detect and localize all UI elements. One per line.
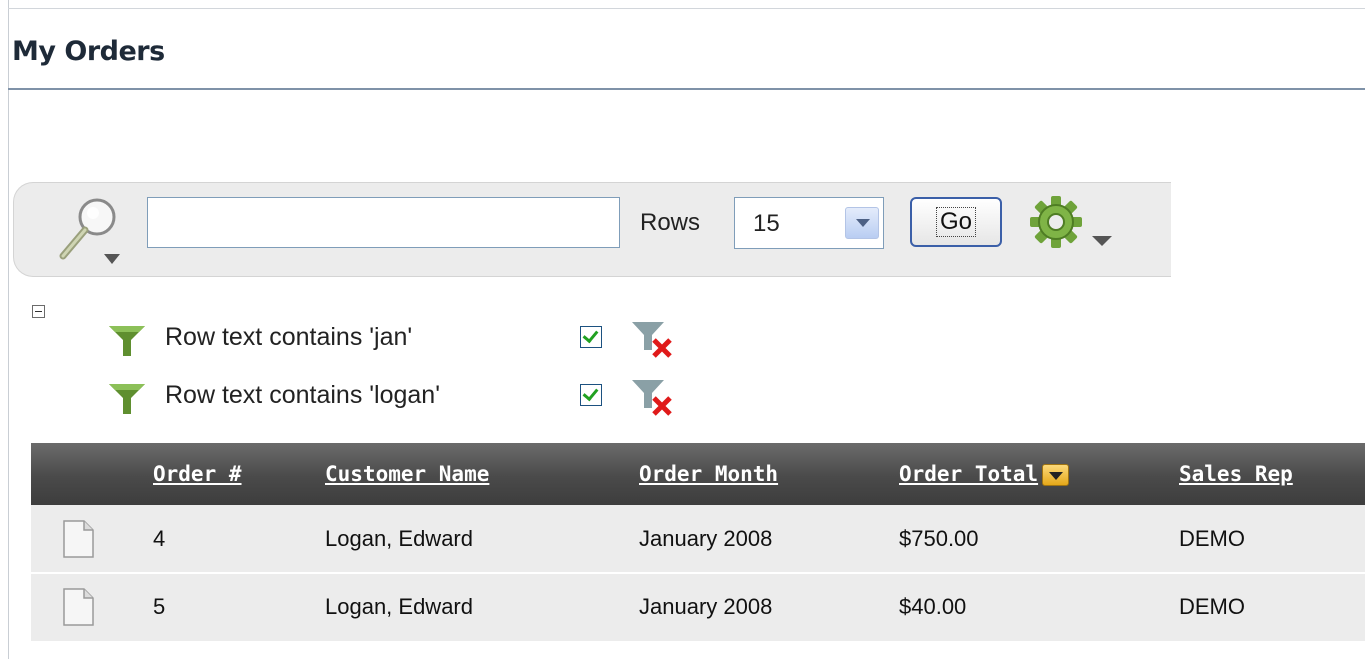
rows-label: Rows — [640, 209, 701, 236]
column-header-sales-rep[interactable]: Sales Rep — [1179, 462, 1293, 486]
go-button[interactable]: Go — [910, 197, 1002, 247]
filter-row: Row text contains 'jan' — [0, 320, 700, 360]
chevron-down-icon[interactable] — [845, 207, 879, 239]
document-icon[interactable] — [62, 519, 94, 558]
title-divider — [8, 88, 1365, 90]
rows-select-value: 15 — [753, 210, 780, 237]
column-header-customer-name[interactable]: Customer Name — [325, 462, 489, 486]
gear-actions-icon[interactable] — [1024, 192, 1122, 258]
column-header-order-total[interactable]: Order Total — [899, 462, 1038, 486]
cell-order-total: $40.00 — [899, 594, 967, 620]
filter-label[interactable]: Row text contains 'jan' — [165, 323, 412, 352]
filter-label[interactable]: Row text contains 'logan' — [165, 381, 440, 410]
search-column-selector-icon[interactable] — [54, 194, 132, 270]
sort-dropdown-icon[interactable] — [1042, 464, 1070, 486]
table-header-row: Order # Customer Name Order Month Order … — [31, 443, 1365, 505]
cell-order-number: 5 — [153, 594, 166, 620]
page-title: My Orders — [12, 36, 165, 67]
funnel-icon — [109, 384, 145, 414]
remove-filter-icon[interactable] — [630, 378, 680, 418]
cell-customer-name: Logan, Edward — [325, 525, 473, 551]
table-row: 5 Logan, Edward January 2008 $40.00 DEMO — [31, 573, 1365, 641]
filter-row: Row text contains 'logan' — [0, 378, 700, 418]
go-button-label: Go — [935, 207, 976, 237]
document-icon[interactable] — [62, 588, 94, 626]
filter-enable-checkbox[interactable] — [580, 384, 602, 406]
search-input[interactable] — [147, 197, 620, 248]
cell-customer-name: Logan, Edward — [325, 594, 473, 620]
cell-sales-rep: DEMO — [1179, 525, 1245, 551]
funnel-icon — [109, 326, 145, 356]
frame-border-top — [8, 8, 1365, 9]
orders-report-table: Order # Customer Name Order Month Order … — [31, 443, 1365, 642]
column-header-order-number[interactable]: Order # — [153, 462, 242, 486]
cell-order-month: January 2008 — [639, 594, 773, 620]
column-header-link — [31, 443, 153, 505]
table-row: 4 Logan, Edward January 2008 $750.00 DEM… — [31, 505, 1365, 573]
cell-order-number: 4 — [153, 525, 166, 551]
column-header-order-month[interactable]: Order Month — [639, 462, 778, 486]
remove-filter-icon[interactable] — [630, 320, 680, 360]
cell-sales-rep: DEMO — [1179, 594, 1245, 620]
cell-order-month: January 2008 — [639, 525, 773, 551]
collapse-filters-icon[interactable] — [32, 305, 45, 318]
filter-enable-checkbox[interactable] — [580, 326, 602, 348]
cell-order-total: $750.00 — [899, 525, 979, 551]
rows-select[interactable]: 15 — [734, 197, 884, 249]
